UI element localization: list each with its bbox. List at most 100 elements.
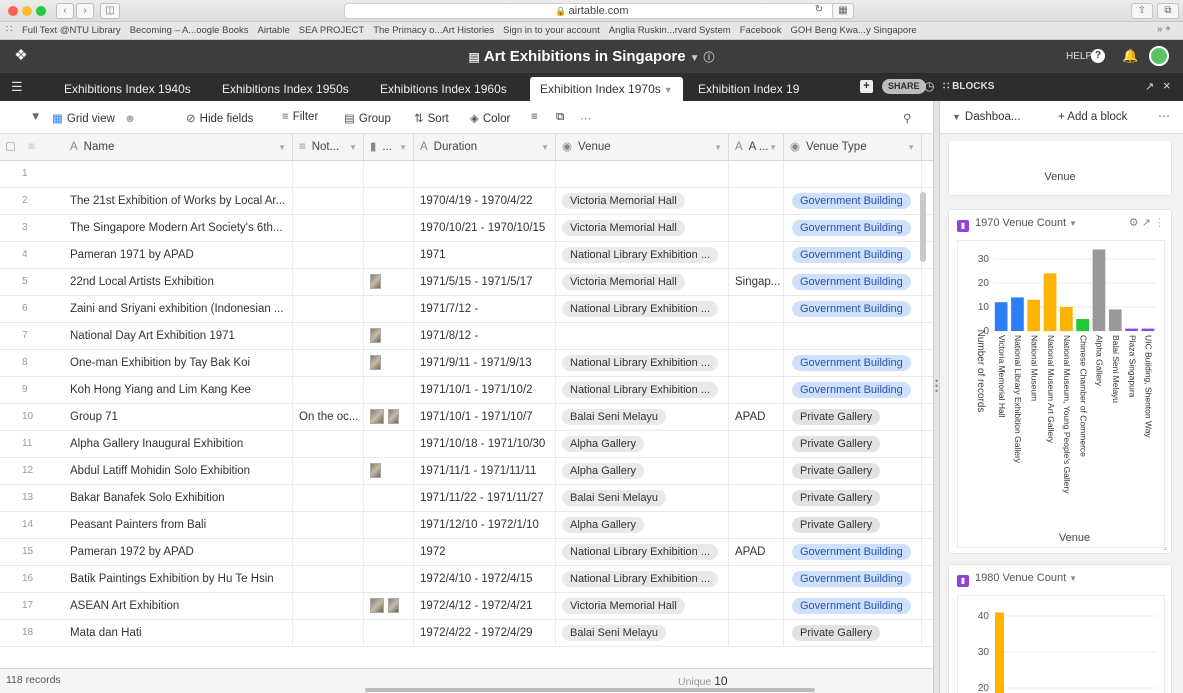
more-icon[interactable]: ⋯ <box>1158 109 1170 123</box>
venue-cell[interactable]: National Library Exhibition ... <box>556 566 729 593</box>
filter-button[interactable]: ≡ Filter <box>282 111 318 123</box>
attachment-cell[interactable] <box>364 593 414 620</box>
help-icon[interactable]: ? <box>1091 49 1105 63</box>
chevron-down-icon[interactable]: ▼ <box>399 134 407 161</box>
notes-cell[interactable] <box>293 350 364 377</box>
column-header-address[interactable]: AA ... ▼ <box>729 134 784 161</box>
grid-view-switcher[interactable]: ▦ Grid view ☻ <box>52 111 140 125</box>
tab-exhibition-1970s[interactable]: Exhibition Index 1970s ▼ <box>530 77 683 101</box>
chart-title[interactable]: ▮ 1970 Venue Count ▼ <box>957 217 1077 232</box>
duration-cell[interactable]: 1971/8/12 - <box>414 323 556 350</box>
notes-cell[interactable] <box>293 458 364 485</box>
name-cell[interactable] <box>64 161 293 188</box>
notes-cell[interactable] <box>293 485 364 512</box>
attachment-cell[interactable] <box>364 539 414 566</box>
table-row[interactable]: 16 Batik Paintings Exhibition by Hu Te Hs… <box>0 566 933 593</box>
sidebar-toggle-icon[interactable]: ◫ <box>100 3 120 19</box>
attachment-thumbnail[interactable] <box>370 598 384 613</box>
address-cell[interactable] <box>729 242 784 269</box>
notes-cell[interactable] <box>293 269 364 296</box>
history-icon[interactable]: ◷ <box>924 79 934 93</box>
name-cell[interactable]: One-man Exhibition by Tay Bak Koi <box>64 350 293 377</box>
settings-icon[interactable]: ⚙ <box>1129 217 1139 229</box>
name-cell[interactable]: The 21st Exhibition of Works by Local Ar… <box>64 188 293 215</box>
name-cell[interactable]: Alpha Gallery Inaugural Exhibition <box>64 431 293 458</box>
attachment-cell[interactable] <box>364 296 414 323</box>
duration-cell[interactable]: 1970/4/19 - 1970/4/22 <box>414 188 556 215</box>
address-cell[interactable] <box>729 512 784 539</box>
notes-cell[interactable] <box>293 512 364 539</box>
tab-exhibition-1980s[interactable]: Exhibition Index 19 <box>698 77 852 101</box>
hide-fields-button[interactable]: ⊘ Hide fields <box>186 111 253 125</box>
table-row[interactable]: 6 Zaini and Sriyani exhibition (Indonesia… <box>0 296 933 323</box>
table-row[interactable]: 18 Mata dan Hati 1972/4/22 - 1972/4/29 Bala… <box>0 620 933 647</box>
chart-title[interactable]: ▮ 1980 Venue Count ▼ <box>957 572 1077 587</box>
table-row[interactable]: 12 Abdul Latiff Mohidin Solo Exhibition 19… <box>0 458 933 485</box>
address-cell[interactable] <box>729 215 784 242</box>
table-row[interactable]: 5 22nd Local Artists Exhibition 1971/5/15 … <box>0 269 933 296</box>
close-blocks-icon[interactable]: × <box>1163 78 1171 93</box>
venue-type-cell[interactable]: Government Building <box>784 566 922 593</box>
notes-cell[interactable] <box>293 215 364 242</box>
horizontal-scrollbar[interactable] <box>365 688 815 692</box>
table-row[interactable]: 17 ASEAN Art Exhibition 1972/4/12 - 1972/4… <box>0 593 933 620</box>
add-table-icon[interactable]: + <box>860 80 873 93</box>
info-icon[interactable]: ⓘ <box>703 52 714 64</box>
attachment-cell[interactable] <box>364 404 414 431</box>
table-row[interactable]: 2 The 21st Exhibition of Works by Local A… <box>0 188 933 215</box>
name-cell[interactable]: Koh Hong Yiang and Lim Kang Kee <box>64 377 293 404</box>
venue-type-cell[interactable] <box>784 161 922 188</box>
avatar[interactable] <box>1149 46 1169 66</box>
venue-type-cell[interactable]: Government Building <box>784 215 922 242</box>
address-cell[interactable] <box>729 566 784 593</box>
base-title[interactable]: ▤ Art Exhibitions in Singapore ▼ ⓘ <box>0 48 1183 65</box>
top-sites-icon[interactable]: ∷ <box>6 24 12 35</box>
address-bar[interactable]: 🔒 airtable.com <box>344 3 840 19</box>
table-row[interactable]: 9 Koh Hong Yiang and Lim Kang Kee 1971/10/… <box>0 377 933 404</box>
address-cell[interactable] <box>729 458 784 485</box>
venue-type-cell[interactable]: Government Building <box>784 593 922 620</box>
table-row[interactable]: 3 The Singapore Modern Art Society's 6th.… <box>0 215 933 242</box>
venue-type-cell[interactable]: Private Gallery <box>784 512 922 539</box>
name-cell[interactable]: Mata dan Hati <box>64 620 293 647</box>
venue-cell[interactable]: Alpha Gallery <box>556 431 729 458</box>
share-button[interactable]: SHARE <box>882 79 926 94</box>
venue-cell[interactable]: National Library Exhibition ... <box>556 242 729 269</box>
table-row[interactable]: 1 <box>0 161 933 188</box>
duration-cell[interactable]: 1971/10/1 - 1971/10/2 <box>414 377 556 404</box>
venue-cell[interactable]: Balai Seni Melayu <box>556 404 729 431</box>
duration-cell[interactable]: 1972/4/12 - 1972/4/21 <box>414 593 556 620</box>
column-header-venue-type[interactable]: ◉ Venue Type ▼ <box>784 134 922 161</box>
attachment-cell[interactable] <box>364 512 414 539</box>
chevron-down-icon[interactable]: ▼ <box>278 134 286 161</box>
color-button[interactable]: ◈ Color <box>470 111 510 125</box>
duration-cell[interactable]: 1971/10/1 - 1971/10/7 <box>414 404 556 431</box>
chevron-down-icon[interactable]: ▼ <box>541 134 549 161</box>
duration-cell[interactable]: 1971/7/12 - <box>414 296 556 323</box>
bookmark-item[interactable]: Sign in to your account <box>503 25 600 36</box>
name-cell[interactable]: Zaini and Sriyani exhibition (Indonesian… <box>64 296 293 323</box>
blocks-button[interactable]: ∷ BLOCKS <box>943 81 994 92</box>
chevron-down-icon[interactable]: ▼ <box>664 85 673 95</box>
column-header-name[interactable]: A Name ▼ <box>64 134 293 161</box>
venue-cell[interactable]: Balai Seni Melayu <box>556 620 729 647</box>
resize-handle-icon[interactable]: ⌟ <box>1163 542 1167 551</box>
address-cell[interactable] <box>729 431 784 458</box>
duration-cell[interactable]: 1971/10/18 - 1971/10/30 <box>414 431 556 458</box>
table-row[interactable]: 14 Peasant Painters from Bali 1971/12/10 -… <box>0 512 933 539</box>
bookmark-item[interactable]: SEA PROJECT <box>299 25 364 36</box>
venue-type-cell[interactable]: Government Building <box>784 539 922 566</box>
drag-handle-icon[interactable]: ⋮ <box>1154 217 1165 229</box>
bookmark-item[interactable]: Full Text @NTU Library <box>22 25 121 36</box>
notes-cell[interactable] <box>293 188 364 215</box>
attachment-thumbnail[interactable] <box>370 409 384 424</box>
address-cell[interactable]: APAD <box>729 539 784 566</box>
select-all-checkbox[interactable]: ≡ <box>0 134 64 161</box>
column-header-venue[interactable]: ◉ Venue ▼ <box>556 134 729 161</box>
attachment-thumbnail[interactable] <box>370 463 381 478</box>
table-row[interactable]: 13 Bakar Banafek Solo Exhibition 1971/11/2… <box>0 485 933 512</box>
venue-cell[interactable]: National Library Exhibition ... <box>556 296 729 323</box>
venue-cell[interactable]: Victoria Memorial Hall <box>556 593 729 620</box>
expand-icon[interactable]: ↗ <box>1142 217 1151 229</box>
venue-cell[interactable]: National Library Exhibition ... <box>556 350 729 377</box>
